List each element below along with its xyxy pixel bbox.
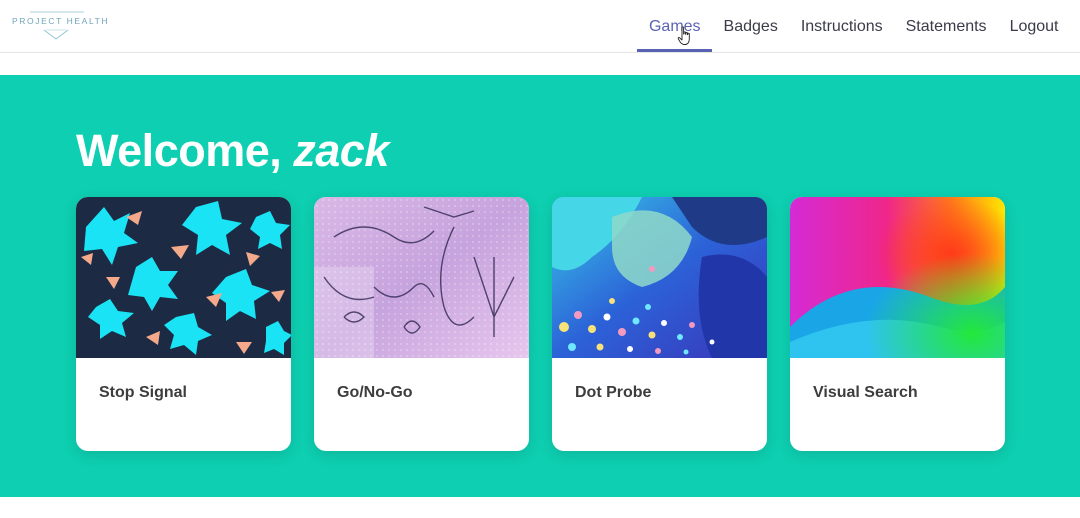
game-card-title: Go/No-Go — [337, 384, 413, 401]
project-health-logo[interactable]: PROJECT HEALTH — [12, 10, 108, 42]
nav-instructions[interactable]: Instructions — [789, 0, 894, 53]
game-card-title: Stop Signal — [99, 384, 187, 401]
game-card-image — [314, 197, 529, 358]
navbar: PROJECT HEALTH Games Badges Instructions… — [0, 0, 1080, 53]
game-card-image — [790, 197, 1005, 358]
welcome-greeting: Welcome, — [76, 125, 282, 176]
logo-text: PROJECT HEALTH — [12, 16, 110, 26]
game-card-title: Dot Probe — [575, 384, 652, 401]
game-card-visual-search[interactable]: Visual Search — [790, 197, 1005, 451]
game-card-image — [76, 197, 291, 358]
game-card-image — [552, 197, 767, 358]
game-card-go-no-go[interactable]: Go/No-Go — [314, 197, 529, 451]
welcome-username: zack — [293, 125, 389, 176]
game-card-stop-signal[interactable]: Stop Signal — [76, 197, 291, 451]
hero-section: Welcome, zack Stop Signal Go/No-Go Dot P… — [0, 75, 1080, 497]
hand-pointer-cursor-icon — [677, 26, 690, 45]
nav-logout[interactable]: Logout — [998, 0, 1070, 53]
nav-links: Games Badges Instructions Statements Log… — [637, 0, 1070, 53]
game-card-dot-probe[interactable]: Dot Probe — [552, 197, 767, 451]
nav-badges[interactable]: Badges — [712, 0, 789, 53]
welcome-heading: Welcome, zack — [76, 125, 389, 177]
game-card-title: Visual Search — [813, 384, 918, 401]
nav-games[interactable]: Games — [637, 0, 712, 53]
nav-statements[interactable]: Statements — [894, 0, 998, 53]
logo-chevron-icon — [30, 11, 84, 40]
